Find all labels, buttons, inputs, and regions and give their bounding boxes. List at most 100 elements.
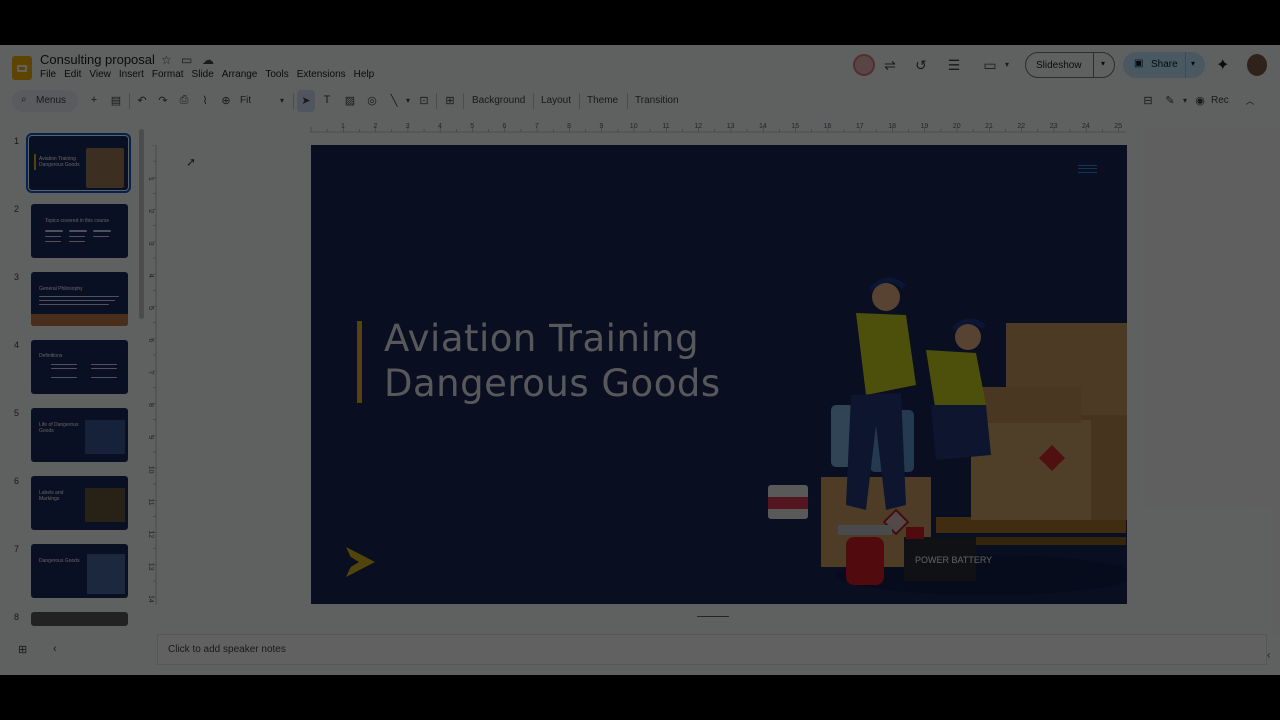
slide-canvas[interactable]: Aviation Training Dangerous Goods POWER … (311, 145, 1127, 604)
ruler-label: 2 (373, 123, 377, 130)
undo-icon[interactable]: ↶ (135, 94, 149, 107)
menu-slide[interactable]: Slide (192, 69, 221, 80)
new-slide-icon[interactable]: + (87, 94, 101, 106)
slide-title-line-2: Dangerous Goods (384, 362, 721, 405)
share-button[interactable]: ▣ Share ▾ (1123, 52, 1205, 78)
menu-file[interactable]: File (40, 69, 63, 80)
pen-dropdown-icon[interactable]: ▾ (1178, 96, 1192, 105)
speaker-notes[interactable]: Click to add speaker notes (157, 634, 1267, 665)
text-box-icon[interactable]: T (320, 94, 334, 106)
line-dropdown-icon[interactable]: ▾ (401, 96, 415, 105)
ruler-label: 24 (1082, 123, 1090, 130)
text-line (51, 364, 77, 365)
theme-button[interactable]: Theme (587, 95, 618, 106)
meet-icon[interactable]: ▭ (981, 57, 999, 74)
slide-thumbnail-4[interactable]: Definitions (31, 340, 128, 394)
zoom-dropdown-icon[interactable]: ▾ (275, 96, 289, 105)
pen-icon[interactable]: ✎ (1163, 94, 1177, 107)
slide-number: 3 (14, 272, 20, 282)
text-line (69, 236, 85, 237)
search-icon: ⌕ (21, 94, 27, 105)
text-line (39, 304, 109, 305)
replace-image-icon[interactable]: ⊡ (417, 94, 431, 107)
document-title[interactable]: Consulting proposal (40, 52, 155, 67)
text-line (39, 296, 119, 297)
slide-thumbnail-6[interactable]: Labels and Markings (31, 476, 128, 530)
thumbnail-image (85, 488, 125, 522)
menu-format[interactable]: Format (152, 69, 191, 80)
thumbnail-title: Topics covered in this course (45, 218, 110, 224)
filmstrip-scrollbar[interactable] (139, 129, 144, 319)
menu-arrange[interactable]: Arrange (222, 69, 265, 80)
star-icon[interactable]: ☆ (161, 53, 172, 67)
slide-thumbnail-7[interactable]: Dangerous Goods (31, 544, 128, 598)
menu-bar: File Edit View Insert Format Slide Arran… (40, 69, 382, 80)
chevron-down-icon[interactable]: ▾ (1191, 59, 1195, 68)
version-history-icon[interactable]: ↺ (912, 57, 930, 74)
divider (1185, 52, 1186, 78)
account-avatar[interactable] (1247, 54, 1267, 76)
menu-edit[interactable]: Edit (64, 69, 88, 80)
slide-number: 5 (14, 408, 20, 418)
share-label: Share (1151, 59, 1178, 70)
paint-format-icon[interactable]: ⌇ (198, 94, 212, 107)
gemini-sparkle-icon[interactable]: ✦ (1216, 55, 1229, 75)
menu-insert[interactable]: Insert (119, 69, 151, 80)
slide-title-line-1: Aviation Training (384, 317, 700, 360)
image-options-icon[interactable]: ⊟ (1141, 94, 1155, 107)
zoom-icon[interactable]: ⊕ (219, 94, 233, 107)
rec-button[interactable]: Rec (1211, 95, 1229, 106)
chevron-down-icon[interactable]: ▾ (1101, 59, 1105, 68)
gemini-chat-icon[interactable]: ⇌ (881, 57, 899, 74)
slides-logo-icon[interactable] (12, 56, 32, 80)
ruler-label: 12 (147, 530, 154, 538)
thumbnail-title: Definitions (39, 353, 63, 359)
print-icon[interactable]: ⎙ (177, 94, 191, 107)
transition-button[interactable]: Transition (635, 95, 679, 106)
slide-thumbnail-5[interactable]: Life of Dangerous Goods (31, 408, 128, 462)
background-button[interactable]: Background (472, 95, 525, 106)
layout-button[interactable]: Layout (541, 95, 571, 106)
collaborator-avatar[interactable] (853, 54, 875, 76)
redo-icon[interactable]: ↷ (156, 94, 170, 107)
shape-icon[interactable]: ◎ (365, 94, 379, 107)
slide-title[interactable]: Aviation Training Dangerous Goods (384, 316, 784, 406)
ruler-label: 19 (921, 123, 929, 130)
text-line (93, 230, 111, 232)
ruler-label: 1 (341, 123, 345, 130)
notes-resize-handle[interactable] (697, 616, 729, 617)
divider (293, 93, 294, 109)
add-comment-icon[interactable]: ⊞ (443, 94, 457, 107)
insert-image-icon[interactable]: ▨ (343, 94, 357, 107)
record-icon[interactable]: ◉ (1193, 94, 1207, 107)
menu-extensions[interactable]: Extensions (297, 69, 353, 80)
slide-thumbnail-3[interactable]: General Philosophy (31, 272, 128, 326)
comments-icon[interactable]: ☰ (945, 57, 963, 74)
move-folder-icon[interactable]: ▭ (181, 53, 192, 67)
meet-dropdown-icon[interactable]: ▾ (998, 60, 1016, 69)
menu-help[interactable]: Help (354, 69, 382, 80)
slide-thumbnail-2[interactable]: Topics covered in this course (31, 204, 128, 258)
cloud-status-icon[interactable]: ☁ (202, 53, 214, 67)
select-cursor-icon[interactable]: ➤ (299, 94, 313, 107)
slide-thumbnail-8[interactable] (31, 612, 128, 626)
menu-tools[interactable]: Tools (265, 69, 295, 80)
grid-view-icon[interactable]: ⊞ (18, 643, 27, 656)
menu-view[interactable]: View (89, 69, 118, 80)
ruler-label: 3 (147, 242, 154, 246)
layout-slide-icon[interactable]: ▤ (109, 94, 123, 107)
slideshow-button[interactable]: Slideshow ▾ (1025, 52, 1115, 78)
thumbnail-image (87, 554, 125, 594)
ruler-label: 14 (147, 595, 154, 603)
collapse-toolbar-icon[interactable]: ︿ (1243, 94, 1257, 107)
collapse-filmstrip-icon[interactable]: ‹ (53, 643, 57, 655)
zoom-select[interactable]: Fit (240, 95, 251, 106)
ruler-label: 4 (147, 274, 154, 278)
slide-thumbnail-1[interactable]: Aviation Training Dangerous Goods (26, 133, 131, 193)
line-icon[interactable]: ╲ (387, 94, 401, 107)
search-menus[interactable]: ⌕ Menus (12, 90, 78, 112)
text-line (69, 241, 85, 242)
side-panel-toggle-icon[interactable]: ‹ (1267, 650, 1270, 661)
battery-label: POWER BATTERY (915, 555, 992, 565)
horizontal-ruler: 1 2 3 4 5 6 7 8 9 10 11 12 13 14 15 16 17 18 19 20 21 22 23 24 2… (310, 123, 1126, 133)
